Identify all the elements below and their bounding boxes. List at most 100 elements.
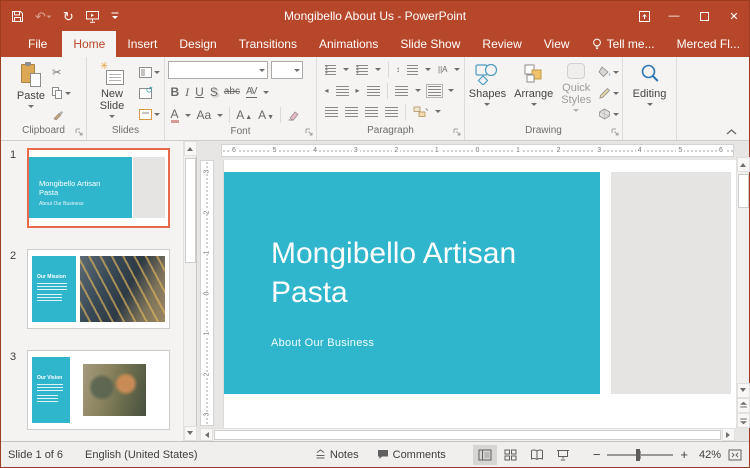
align-left-icon[interactable] [325,107,338,117]
clear-formatting-icon[interactable] [287,109,300,121]
scroll-up-icon[interactable] [184,141,197,156]
tab-review[interactable]: Review [471,31,532,57]
italic-button[interactable]: I [185,86,189,98]
scroll-down-icon[interactable] [737,383,750,398]
maximize-button[interactable] [689,1,719,31]
horizontal-scrollbar[interactable] [197,428,749,441]
shape-outline-button[interactable] [596,84,621,102]
paste-dropdown-caret[interactable] [28,105,34,111]
increase-indent-icon[interactable]: ▸ [356,87,360,95]
fit-to-window-icon[interactable] [728,449,742,461]
notes-button[interactable]: Notes [310,442,364,467]
scroll-down-icon[interactable] [184,426,197,441]
shape-outline-caret[interactable] [613,92,619,98]
align-right-icon[interactable] [365,107,378,117]
smartart-caret[interactable] [435,110,441,116]
tab-home[interactable]: Home [62,31,116,57]
strikethrough-button[interactable]: abc [224,87,240,97]
char-spacing-caret[interactable] [263,91,269,97]
quick-styles-caret[interactable] [573,109,579,115]
save-icon[interactable] [11,10,24,23]
shrink-font-button[interactable]: A▼ [258,109,274,121]
clipboard-dialog-launcher-icon[interactable] [75,128,83,136]
numbering-icon[interactable] [356,65,368,75]
slide-3-thumbnail[interactable]: Our Vision [27,350,170,430]
scrollbar-thumb[interactable] [738,174,749,208]
shapes-caret[interactable] [484,103,490,109]
arrange-button[interactable]: Arrange [511,61,556,124]
next-slide-icon[interactable] [737,413,750,428]
format-painter-button[interactable] [50,105,73,123]
tab-account-name[interactable]: Merced Fl... [666,31,750,57]
font-dialog-launcher-icon[interactable] [305,128,313,136]
minimize-button[interactable]: — [659,1,689,31]
zoom-slider-thumb[interactable] [636,449,640,461]
tab-slide-show[interactable]: Slide Show [389,31,471,57]
undo-icon[interactable]: ↶ [35,10,52,23]
grow-font-button[interactable]: A▲ [236,109,252,121]
cut-button[interactable]: ✂ [50,63,73,81]
quick-styles-button[interactable]: Quick Styles [558,61,594,124]
bold-button[interactable]: B [171,86,180,98]
bullets-icon[interactable] [325,65,337,75]
slide-indicator[interactable]: Slide 1 of 6 [8,449,63,461]
comments-button[interactable]: Comments [372,442,451,467]
copy-dropdown-caret[interactable] [65,92,71,98]
layout-dropdown-caret[interactable] [154,71,160,77]
thumbnail-scrollbar[interactable] [183,141,196,441]
shape-fill-caret[interactable] [613,71,619,77]
language-indicator[interactable]: English (United States) [85,449,198,461]
scrollbar-thumb[interactable] [185,158,196,263]
collapse-ribbon-icon[interactable] [726,129,737,135]
zoom-in-button[interactable]: + [680,448,688,461]
zoom-level[interactable]: 42% [695,449,721,461]
editing-button[interactable]: Editing [627,61,673,124]
font-name-combo[interactable] [168,61,268,79]
shape-effects-caret[interactable] [613,113,619,119]
scroll-up-icon[interactable] [737,157,750,172]
zoom-out-button[interactable]: − [593,448,601,461]
change-case-caret[interactable] [217,114,223,120]
change-case-button[interactable]: Aa [197,109,212,121]
tab-transitions[interactable]: Transitions [228,31,308,57]
ribbon-display-options-icon[interactable] [629,1,659,31]
columns-icon[interactable] [395,86,408,96]
new-slide-dropdown-caret[interactable] [109,115,115,121]
picture-placeholder[interactable] [611,172,731,394]
slide-title[interactable]: Mongibello Artisan Pasta [271,234,591,312]
scrollbar-thumb[interactable] [214,430,721,440]
character-spacing-button[interactable]: AV [246,87,257,98]
zoom-slider[interactable] [607,454,673,456]
slide-show-view-button[interactable] [551,445,575,465]
underline-button[interactable]: U [195,86,204,98]
align-text-caret[interactable] [448,89,454,95]
close-button[interactable]: ✕ [719,1,749,31]
shape-fill-button[interactable] [596,63,621,81]
slide-subtitle[interactable]: About Our Business [271,337,600,349]
tab-tell-me[interactable]: Tell me... [581,31,666,57]
section-dropdown-caret[interactable] [154,113,160,119]
tab-design[interactable]: Design [168,31,227,57]
paragraph-dialog-launcher-icon[interactable] [453,128,461,136]
arrange-caret[interactable] [531,103,537,109]
justify-icon[interactable] [385,107,398,117]
font-size-combo[interactable] [271,61,303,79]
reset-slide-button[interactable] [137,84,162,102]
decrease-indent-icon[interactable]: ◂ [325,87,329,95]
slide-sorter-view-button[interactable] [499,445,523,465]
new-slide-button[interactable]: ✳ New Slide [89,61,135,124]
font-color-button[interactable]: A [171,108,179,123]
shapes-button[interactable]: Shapes [466,61,509,124]
scrollbar-track[interactable] [213,428,722,441]
start-from-beginning-icon[interactable] [85,10,100,23]
editing-caret[interactable] [647,103,653,109]
slide-layout-button[interactable] [137,63,162,81]
text-direction-icon[interactable]: ||A [438,66,448,74]
section-button[interactable] [137,105,162,123]
reading-view-button[interactable] [525,445,549,465]
title-text-box[interactable]: Mongibello Artisan Pasta About Our Busin… [224,172,600,394]
slide-2-thumbnail[interactable]: Our Mission [27,249,170,329]
numbering-caret[interactable] [375,68,381,74]
scroll-left-icon[interactable] [200,428,213,441]
text-direction-caret[interactable] [454,68,460,74]
